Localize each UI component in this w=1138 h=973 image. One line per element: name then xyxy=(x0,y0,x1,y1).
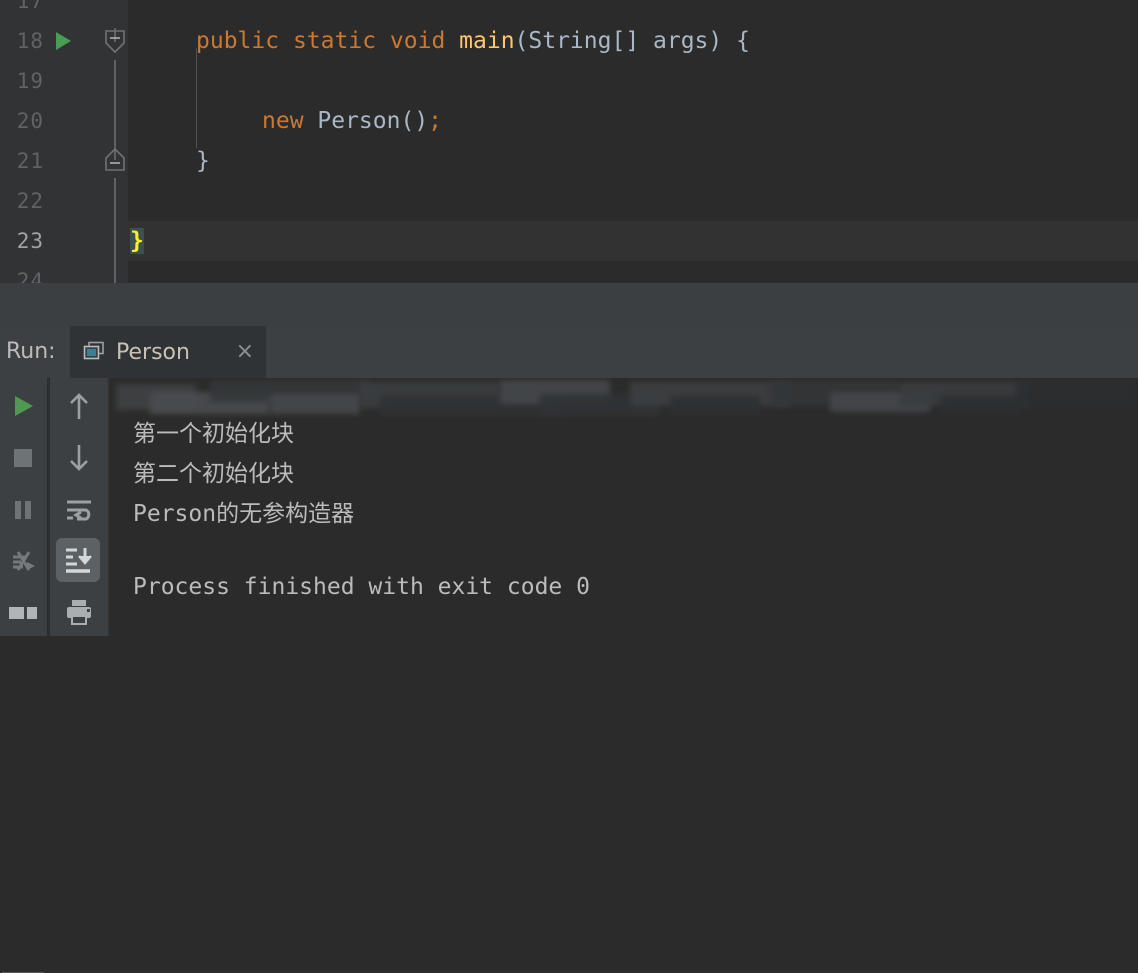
run-arrow-icon[interactable] xyxy=(56,32,71,50)
close-icon[interactable]: × xyxy=(236,341,254,363)
code-line-21: } xyxy=(128,141,1138,181)
arrow-down-icon[interactable] xyxy=(57,436,101,480)
code-line-20: new Person(); xyxy=(128,101,1138,141)
line-number: 17 xyxy=(16,0,44,13)
redacted-command-line xyxy=(110,378,1138,418)
run-window-label: Run: xyxy=(0,326,70,378)
token-params: (String[] args) { xyxy=(514,28,750,54)
fold-collapse-icon[interactable] xyxy=(105,148,125,171)
rerun-failed-button[interactable] xyxy=(1,540,45,584)
token-expression: Person() xyxy=(303,108,429,134)
line-number-current: 23 xyxy=(16,229,44,253)
console-line: Person的无参构造器 xyxy=(133,501,355,527)
fold-region-line xyxy=(114,178,116,283)
token-keyword: void xyxy=(389,28,446,54)
scroll-to-end-icon[interactable] xyxy=(56,538,100,582)
console-line: 第二个初始化块 xyxy=(133,461,294,487)
code-text-area[interactable]: public static void main(String[] args) {… xyxy=(128,0,1138,283)
arrow-up-icon[interactable] xyxy=(57,384,101,428)
editor-gutter[interactable]: 17 18 19 20 21 22 23 24 xyxy=(0,0,86,283)
token-semicolon: ; xyxy=(428,108,443,134)
fold-region-line xyxy=(114,60,116,160)
run-toolbar-primary xyxy=(0,378,47,973)
layout-button[interactable] xyxy=(1,586,45,630)
token-keyword: new xyxy=(262,108,304,134)
stop-button[interactable] xyxy=(1,436,45,480)
run-configuration-icon xyxy=(82,340,106,364)
console-line: 第一个初始化块 xyxy=(133,421,294,447)
line-number: 20 xyxy=(16,109,44,133)
toolbar-divider xyxy=(48,378,49,636)
token-keyword: static xyxy=(292,28,377,54)
token-brace: } xyxy=(196,148,210,174)
print-icon[interactable] xyxy=(57,590,101,634)
run-tab-title: Person xyxy=(116,339,190,365)
line-number: 18 xyxy=(16,29,44,53)
line-number: 22 xyxy=(16,189,44,213)
line-number: 24 xyxy=(16,269,44,283)
ide-window: 17 18 19 20 21 22 23 24 public static vo… xyxy=(0,0,1138,973)
soft-wrap-icon[interactable] xyxy=(57,488,101,532)
run-tool-window-header: Run: Person × xyxy=(0,326,1138,378)
code-editor[interactable]: 17 18 19 20 21 22 23 24 public static vo… xyxy=(0,0,1138,283)
console-output[interactable]: 第一个初始化块 第二个初始化块 Person的无参构造器 Process fin… xyxy=(110,378,1138,636)
line-number: 19 xyxy=(16,69,44,93)
run-tab-person[interactable]: Person × xyxy=(70,326,266,378)
rerun-button[interactable] xyxy=(1,384,45,428)
token-method-name: main xyxy=(459,28,515,54)
console-line-process-finished: Process finished with exit code 0 xyxy=(133,574,590,600)
code-line-18: public static void main(String[] args) { xyxy=(128,21,1138,61)
run-toolbar-secondary xyxy=(50,378,108,636)
token-keyword: public xyxy=(196,28,280,54)
matched-brace: } xyxy=(130,228,144,254)
pause-button[interactable] xyxy=(1,488,45,532)
editor-bottom-divider xyxy=(0,283,1138,326)
code-line-23: } xyxy=(128,221,1138,261)
line-number: 21 xyxy=(16,149,44,173)
fold-collapse-icon[interactable] xyxy=(105,30,125,54)
